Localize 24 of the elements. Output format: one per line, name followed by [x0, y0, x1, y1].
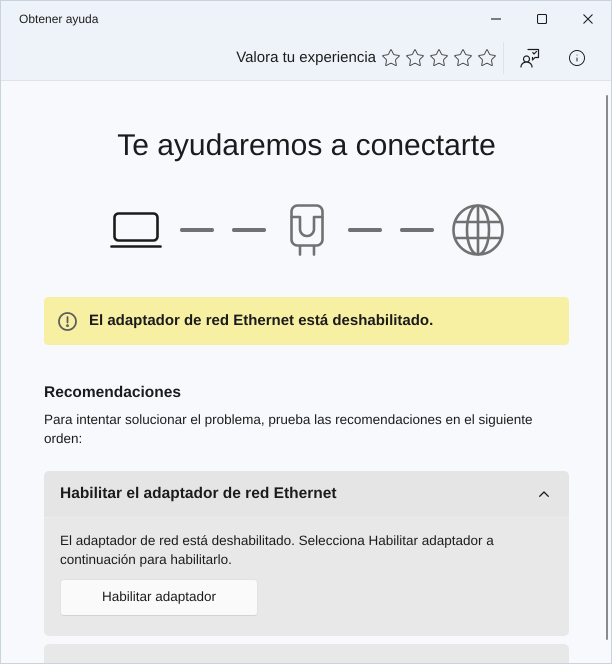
enable-adapter-button[interactable]: Habilitar adaptador	[60, 579, 258, 616]
window-title: Obtener ayuda	[19, 10, 100, 28]
card-title: Habilitar el adaptador de red Ethernet	[60, 484, 338, 504]
star-rating[interactable]	[381, 48, 497, 68]
star-icon[interactable]	[477, 48, 497, 68]
chevron-up-icon[interactable]	[539, 491, 549, 497]
close-icon	[583, 14, 593, 24]
page-heading: Te ayudaremos a conectarte	[116, 128, 497, 164]
info-icon	[568, 49, 586, 67]
card-description: El adaptador de red está deshabilitado. Selecciona Habilitar adaptador a continuación para habilitarlo.	[60, 532, 495, 569]
rating-label: Valora tu experiencia	[236, 48, 376, 68]
scrollbar-thumb[interactable]	[606, 95, 608, 640]
warning-message: El adaptador de red Ethernet está deshabilitado.	[89, 310, 434, 331]
star-icon[interactable]	[405, 48, 425, 68]
star-icon[interactable]	[429, 48, 449, 68]
maximize-icon	[537, 14, 547, 24]
star-icon[interactable]	[381, 48, 401, 68]
person-speech-bubble-icon	[520, 48, 540, 68]
section-heading: Recomendaciones	[44, 383, 182, 403]
exclamation-circle-icon	[58, 312, 77, 330]
minimize-icon	[491, 18, 501, 20]
star-icon[interactable]	[453, 48, 473, 68]
card-header[interactable]: Habilitar el adaptador de red Ethernet	[44, 471, 569, 518]
section-intro: Para intentar solucionar el problema, prueba las recomendaciones en el siguiente orden:	[44, 411, 534, 448]
